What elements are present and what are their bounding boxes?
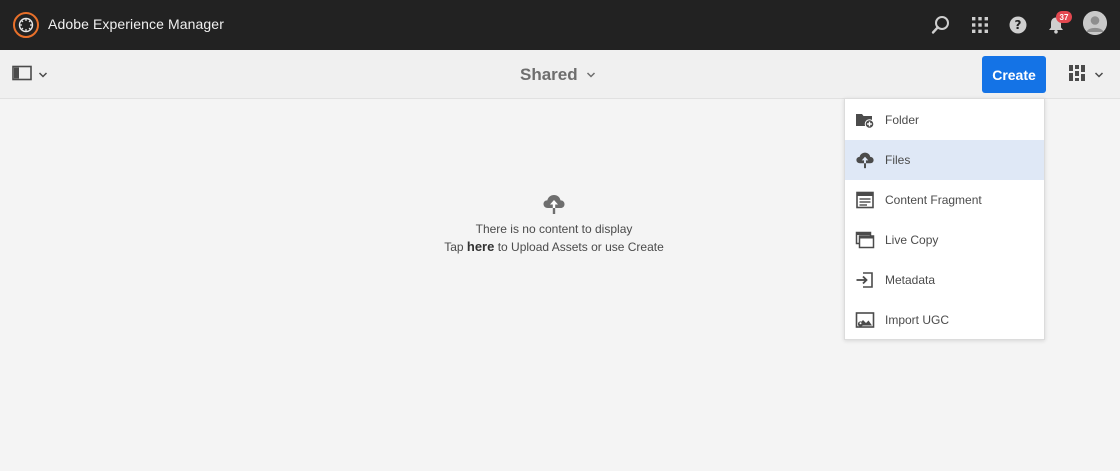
chevron-down-icon (38, 66, 48, 84)
solutions-grid-icon[interactable] (967, 12, 993, 38)
rail-toggle-icon (12, 65, 32, 86)
import-ugc-icon (855, 311, 875, 329)
menu-item-label: Content Fragment (885, 193, 982, 207)
rail-toggle-button[interactable] (12, 65, 54, 85)
adobe-logo-icon[interactable] (13, 12, 39, 38)
empty-state: There is no content to display Tap here … (380, 193, 728, 256)
menu-item-label: Live Copy (885, 233, 939, 247)
menu-item-metadata[interactable]: Metadata (845, 260, 1044, 300)
search-icon[interactable] (928, 12, 954, 38)
empty-instructions: Tap here to Upload Assets or use Create (380, 238, 728, 256)
action-bar: Shared Create (0, 50, 1120, 99)
help-icon[interactable]: ? (1005, 12, 1031, 38)
empty-message: There is no content to display (475, 222, 633, 236)
user-avatar[interactable] (1083, 11, 1107, 35)
upload-cloud-icon (855, 151, 875, 169)
location-title-dropdown[interactable]: Shared (520, 63, 596, 87)
menu-item-import-ugc[interactable]: Import UGC (845, 300, 1044, 340)
live-copy-icon (855, 231, 875, 249)
view-switcher-button[interactable] (1068, 64, 1110, 87)
metadata-import-icon (855, 271, 875, 289)
menu-item-label: Files (885, 153, 911, 167)
menu-item-files[interactable]: Files (845, 140, 1044, 180)
create-menu: Folder Files Content Fragment Live Copy … (844, 98, 1045, 340)
card-view-icon (1068, 64, 1086, 87)
folder-add-icon (855, 111, 875, 129)
menu-item-content-fragment[interactable]: Content Fragment (845, 180, 1044, 220)
instruction-suffix: to Upload Assets or use Create (494, 240, 664, 254)
notification-count-badge: 37 (1056, 11, 1072, 23)
app-title[interactable]: Adobe Experience Manager (48, 16, 224, 32)
upload-cloud-icon (542, 193, 566, 215)
instruction-prefix: Tap (444, 240, 467, 254)
svg-text:?: ? (1015, 18, 1022, 32)
global-navigation-bar: Adobe Experience Manager ? 37 (0, 0, 1120, 50)
create-button[interactable]: Create (982, 56, 1046, 93)
content-fragment-icon (855, 191, 875, 209)
menu-item-label: Import UGC (885, 313, 950, 327)
menu-item-label: Metadata (885, 273, 936, 287)
menu-item-live-copy[interactable]: Live Copy (845, 220, 1044, 260)
page-title: Shared (520, 65, 578, 84)
chevron-down-icon (1094, 66, 1104, 84)
menu-item-label: Folder (885, 113, 920, 127)
chevron-down-icon (586, 66, 596, 84)
menu-item-folder[interactable]: Folder (845, 100, 1044, 140)
upload-here-link[interactable]: here (467, 239, 494, 254)
